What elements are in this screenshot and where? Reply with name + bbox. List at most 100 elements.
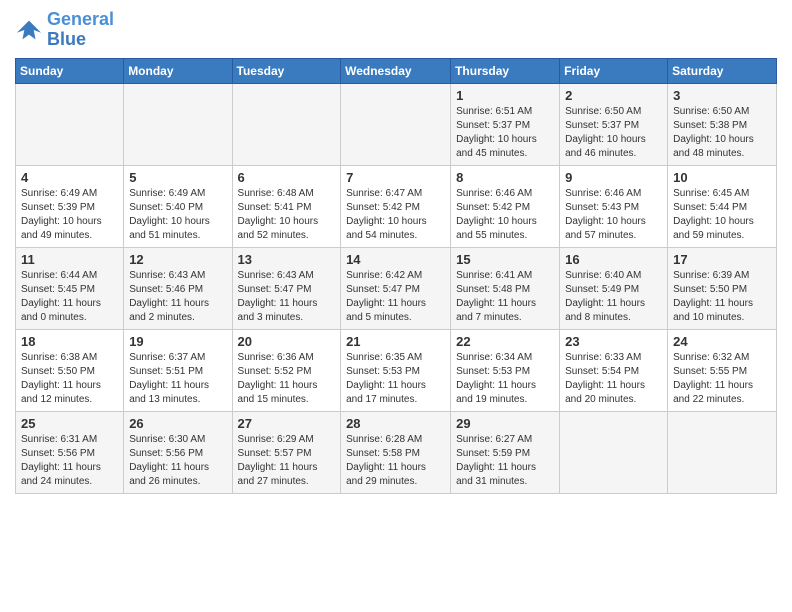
day-number: 25 xyxy=(21,416,118,431)
calendar-day-cell: 28 Sunrise: 6:28 AMSunset: 5:58 PMDaylig… xyxy=(341,411,451,493)
weekday-header: Sunday xyxy=(16,58,124,83)
calendar-day-cell: 11 Sunrise: 6:44 AMSunset: 5:45 PMDaylig… xyxy=(16,247,124,329)
calendar-day-cell: 19 Sunrise: 6:37 AMSunset: 5:51 PMDaylig… xyxy=(124,329,232,411)
day-info: Sunrise: 6:29 AMSunset: 5:57 PMDaylight:… xyxy=(238,433,336,489)
calendar-week-row: 18 Sunrise: 6:38 AMSunset: 5:50 PMDaylig… xyxy=(16,329,777,411)
logo: General Blue xyxy=(15,10,114,50)
day-number: 21 xyxy=(346,334,445,349)
calendar-day-cell: 23 Sunrise: 6:33 AMSunset: 5:54 PMDaylig… xyxy=(560,329,668,411)
day-number: 15 xyxy=(456,252,554,267)
day-info: Sunrise: 6:49 AMSunset: 5:39 PMDaylight:… xyxy=(21,187,118,243)
calendar-week-row: 1 Sunrise: 6:51 AMSunset: 5:37 PMDayligh… xyxy=(16,83,777,165)
day-number: 8 xyxy=(456,170,554,185)
calendar-day-cell xyxy=(560,411,668,493)
day-number: 9 xyxy=(565,170,662,185)
day-number: 19 xyxy=(129,334,226,349)
day-info: Sunrise: 6:50 AMSunset: 5:38 PMDaylight:… xyxy=(673,105,771,161)
day-info: Sunrise: 6:37 AMSunset: 5:51 PMDaylight:… xyxy=(129,351,226,407)
day-info: Sunrise: 6:36 AMSunset: 5:52 PMDaylight:… xyxy=(238,351,336,407)
day-info: Sunrise: 6:51 AMSunset: 5:37 PMDaylight:… xyxy=(456,105,554,161)
day-number: 11 xyxy=(21,252,118,267)
day-number: 24 xyxy=(673,334,771,349)
calendar-day-cell: 3 Sunrise: 6:50 AMSunset: 5:38 PMDayligh… xyxy=(668,83,777,165)
calendar-day-cell: 29 Sunrise: 6:27 AMSunset: 5:59 PMDaylig… xyxy=(451,411,560,493)
day-number: 16 xyxy=(565,252,662,267)
day-info: Sunrise: 6:44 AMSunset: 5:45 PMDaylight:… xyxy=(21,269,118,325)
day-info: Sunrise: 6:34 AMSunset: 5:53 PMDaylight:… xyxy=(456,351,554,407)
day-number: 6 xyxy=(238,170,336,185)
day-number: 13 xyxy=(238,252,336,267)
calendar-day-cell: 10 Sunrise: 6:45 AMSunset: 5:44 PMDaylig… xyxy=(668,165,777,247)
day-info: Sunrise: 6:40 AMSunset: 5:49 PMDaylight:… xyxy=(565,269,662,325)
weekday-header: Monday xyxy=(124,58,232,83)
day-number: 1 xyxy=(456,88,554,103)
calendar-day-cell: 20 Sunrise: 6:36 AMSunset: 5:52 PMDaylig… xyxy=(232,329,341,411)
day-info: Sunrise: 6:47 AMSunset: 5:42 PMDaylight:… xyxy=(346,187,445,243)
weekday-header: Saturday xyxy=(668,58,777,83)
calendar-day-cell xyxy=(124,83,232,165)
calendar-day-cell: 12 Sunrise: 6:43 AMSunset: 5:46 PMDaylig… xyxy=(124,247,232,329)
day-info: Sunrise: 6:31 AMSunset: 5:56 PMDaylight:… xyxy=(21,433,118,489)
calendar-day-cell: 14 Sunrise: 6:42 AMSunset: 5:47 PMDaylig… xyxy=(341,247,451,329)
day-number: 12 xyxy=(129,252,226,267)
calendar-day-cell: 24 Sunrise: 6:32 AMSunset: 5:55 PMDaylig… xyxy=(668,329,777,411)
weekday-header: Thursday xyxy=(451,58,560,83)
calendar-day-cell: 27 Sunrise: 6:29 AMSunset: 5:57 PMDaylig… xyxy=(232,411,341,493)
day-number: 22 xyxy=(456,334,554,349)
calendar-day-cell: 17 Sunrise: 6:39 AMSunset: 5:50 PMDaylig… xyxy=(668,247,777,329)
page-header: General Blue xyxy=(15,10,777,50)
day-number: 26 xyxy=(129,416,226,431)
day-info: Sunrise: 6:30 AMSunset: 5:56 PMDaylight:… xyxy=(129,433,226,489)
day-number: 3 xyxy=(673,88,771,103)
weekday-header: Wednesday xyxy=(341,58,451,83)
logo-text: General Blue xyxy=(47,10,114,50)
calendar-day-cell: 21 Sunrise: 6:35 AMSunset: 5:53 PMDaylig… xyxy=(341,329,451,411)
calendar-day-cell: 6 Sunrise: 6:48 AMSunset: 5:41 PMDayligh… xyxy=(232,165,341,247)
calendar-day-cell: 26 Sunrise: 6:30 AMSunset: 5:56 PMDaylig… xyxy=(124,411,232,493)
day-info: Sunrise: 6:32 AMSunset: 5:55 PMDaylight:… xyxy=(673,351,771,407)
calendar-day-cell xyxy=(341,83,451,165)
calendar-day-cell: 4 Sunrise: 6:49 AMSunset: 5:39 PMDayligh… xyxy=(16,165,124,247)
day-info: Sunrise: 6:48 AMSunset: 5:41 PMDaylight:… xyxy=(238,187,336,243)
day-info: Sunrise: 6:27 AMSunset: 5:59 PMDaylight:… xyxy=(456,433,554,489)
day-number: 5 xyxy=(129,170,226,185)
calendar-body: 1 Sunrise: 6:51 AMSunset: 5:37 PMDayligh… xyxy=(16,83,777,493)
day-number: 28 xyxy=(346,416,445,431)
calendar-day-cell: 5 Sunrise: 6:49 AMSunset: 5:40 PMDayligh… xyxy=(124,165,232,247)
weekday-header: Tuesday xyxy=(232,58,341,83)
calendar-day-cell: 13 Sunrise: 6:43 AMSunset: 5:47 PMDaylig… xyxy=(232,247,341,329)
calendar-day-cell: 2 Sunrise: 6:50 AMSunset: 5:37 PMDayligh… xyxy=(560,83,668,165)
day-number: 10 xyxy=(673,170,771,185)
day-info: Sunrise: 6:33 AMSunset: 5:54 PMDaylight:… xyxy=(565,351,662,407)
day-number: 17 xyxy=(673,252,771,267)
day-info: Sunrise: 6:43 AMSunset: 5:47 PMDaylight:… xyxy=(238,269,336,325)
calendar-week-row: 4 Sunrise: 6:49 AMSunset: 5:39 PMDayligh… xyxy=(16,165,777,247)
day-number: 29 xyxy=(456,416,554,431)
calendar-day-cell xyxy=(232,83,341,165)
day-info: Sunrise: 6:38 AMSunset: 5:50 PMDaylight:… xyxy=(21,351,118,407)
day-number: 4 xyxy=(21,170,118,185)
day-info: Sunrise: 6:35 AMSunset: 5:53 PMDaylight:… xyxy=(346,351,445,407)
calendar-day-cell: 18 Sunrise: 6:38 AMSunset: 5:50 PMDaylig… xyxy=(16,329,124,411)
calendar-day-cell: 25 Sunrise: 6:31 AMSunset: 5:56 PMDaylig… xyxy=(16,411,124,493)
day-info: Sunrise: 6:39 AMSunset: 5:50 PMDaylight:… xyxy=(673,269,771,325)
day-number: 14 xyxy=(346,252,445,267)
day-number: 7 xyxy=(346,170,445,185)
logo-icon xyxy=(15,16,43,44)
calendar-day-cell: 22 Sunrise: 6:34 AMSunset: 5:53 PMDaylig… xyxy=(451,329,560,411)
calendar-day-cell: 15 Sunrise: 6:41 AMSunset: 5:48 PMDaylig… xyxy=(451,247,560,329)
day-number: 27 xyxy=(238,416,336,431)
day-info: Sunrise: 6:43 AMSunset: 5:46 PMDaylight:… xyxy=(129,269,226,325)
weekday-row: SundayMondayTuesdayWednesdayThursdayFrid… xyxy=(16,58,777,83)
day-info: Sunrise: 6:49 AMSunset: 5:40 PMDaylight:… xyxy=(129,187,226,243)
calendar-day-cell: 1 Sunrise: 6:51 AMSunset: 5:37 PMDayligh… xyxy=(451,83,560,165)
day-number: 18 xyxy=(21,334,118,349)
calendar-day-cell xyxy=(668,411,777,493)
day-info: Sunrise: 6:42 AMSunset: 5:47 PMDaylight:… xyxy=(346,269,445,325)
calendar-header: SundayMondayTuesdayWednesdayThursdayFrid… xyxy=(16,58,777,83)
calendar-day-cell xyxy=(16,83,124,165)
calendar-day-cell: 8 Sunrise: 6:46 AMSunset: 5:42 PMDayligh… xyxy=(451,165,560,247)
calendar-table: SundayMondayTuesdayWednesdayThursdayFrid… xyxy=(15,58,777,494)
day-number: 2 xyxy=(565,88,662,103)
day-number: 23 xyxy=(565,334,662,349)
